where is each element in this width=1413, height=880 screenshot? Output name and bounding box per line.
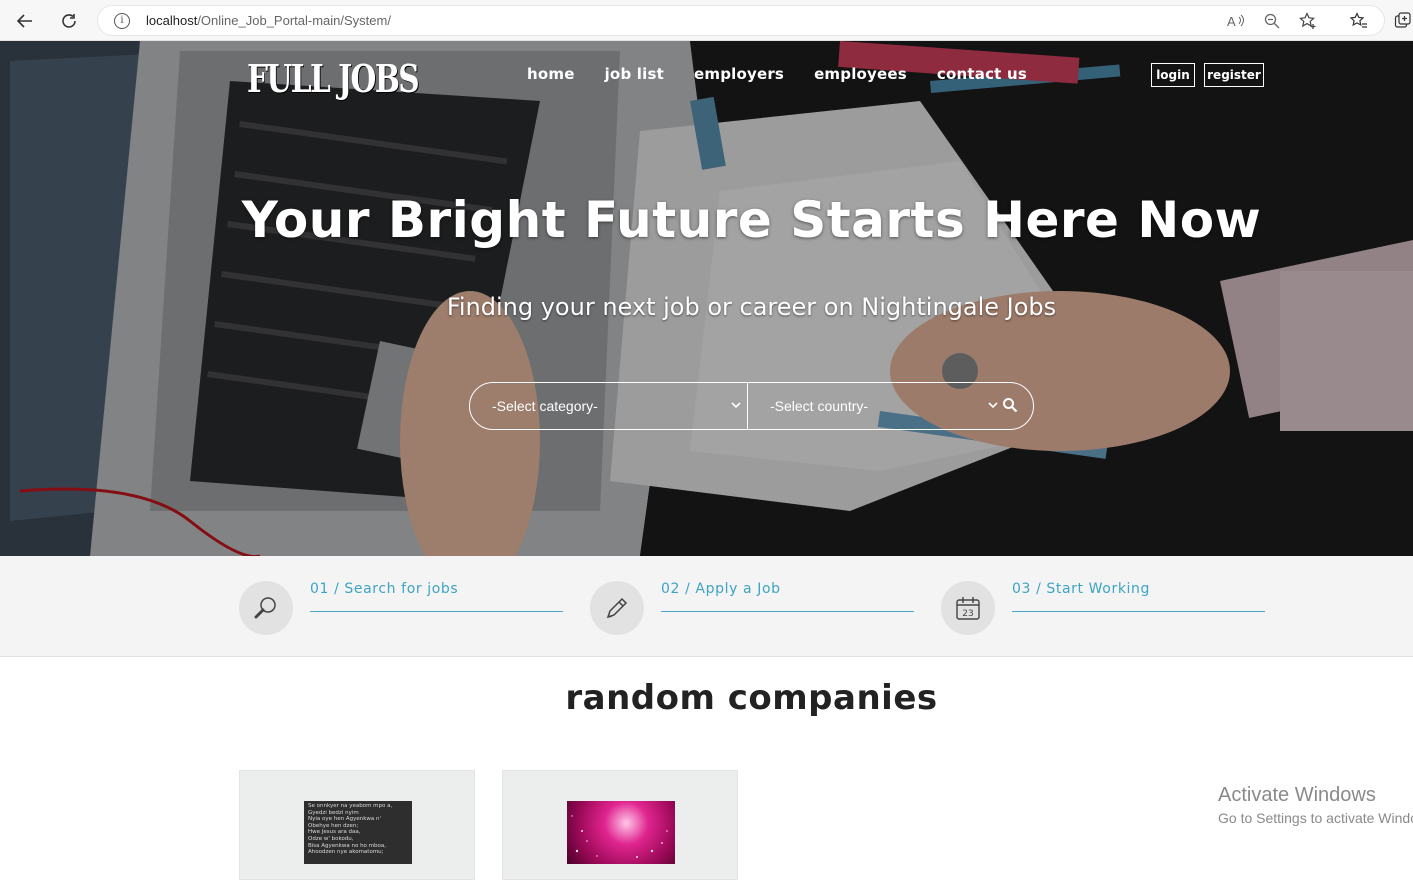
sparkle-decoration (571, 815, 668, 858)
search-icon (1003, 398, 1018, 413)
back-button[interactable] (11, 7, 39, 35)
country-select-value: -Select country- (770, 398, 869, 414)
site-info-icon[interactable]: i (114, 13, 130, 29)
step-label[interactable]: 03 / Start Working (1012, 581, 1265, 612)
category-select[interactable]: -Select category- (470, 383, 748, 429)
register-button[interactable]: register (1204, 63, 1264, 87)
back-arrow-icon (16, 14, 32, 28)
watermark-title: Activate Windows (1218, 784, 1376, 806)
add-favorite-icon[interactable] (1298, 11, 1318, 31)
reload-icon (62, 14, 76, 28)
job-search-form: -Select category- -Select country- (469, 382, 1034, 430)
watermark-subtitle: Go to Settings to activate Windows. (1218, 810, 1413, 826)
svg-text:A: A (1227, 14, 1236, 29)
favorites-icon[interactable] (1349, 11, 1369, 31)
chevron-down-icon (988, 402, 998, 409)
site-logo[interactable]: FULL JOBS (247, 60, 420, 98)
company-logo-text-line: Se onnkyer na yeabom mpo a, (308, 803, 393, 809)
company-card[interactable] (502, 770, 738, 880)
hero-title: Your Bright Future Starts Here Now (241, 191, 1262, 249)
step-label[interactable]: 01 / Search for jobs (310, 581, 563, 612)
nav-job-list[interactable]: job list (605, 65, 664, 83)
hero-subtitle: Finding your next job or career on Night… (446, 293, 1057, 321)
reload-button[interactable] (55, 7, 83, 35)
random-companies-title: random companies (565, 678, 938, 718)
search-submit-button[interactable] (1002, 397, 1020, 415)
login-button[interactable]: login (1151, 63, 1195, 87)
hero-banner: FULL JOBS home job list employers employ… (0, 41, 1413, 556)
read-aloud-icon[interactable]: A (1226, 11, 1246, 31)
company-logo-image (567, 801, 675, 864)
calendar-icon: 23 (956, 597, 980, 620)
company-logo-text-line: Gyedzi bedzi nyim (308, 809, 359, 816)
step-icon-circle (590, 581, 644, 635)
company-card[interactable]: Se onnkyer na yeabom mpo a, Gyedzi bedzi… (239, 770, 475, 880)
pencil-icon (606, 597, 628, 619)
category-select-value: -Select category- (492, 398, 598, 414)
company-logo-image: Se onnkyer na yeabom mpo a, Gyedzi bedzi… (304, 801, 412, 864)
zoom-out-icon[interactable] (1262, 11, 1282, 31)
magnifier-icon (254, 597, 276, 619)
company-logo-text-line: Hwe Jesus ara daa, (308, 829, 361, 836)
how-it-works-steps: 01 / Search for jobs 02 / Apply a Job 23… (0, 556, 1413, 657)
nav-home[interactable]: home (527, 65, 575, 83)
nav-employees[interactable]: employees (814, 65, 907, 83)
main-navigation: home job list employers employees contac… (527, 65, 1057, 83)
step-icon-circle: 23 (941, 581, 995, 635)
collections-icon[interactable] (1393, 11, 1413, 31)
company-logo-text-line: Ahoodzen nye akomatomu; (308, 849, 384, 856)
company-logo-text-line: Obehye hen dzen; (308, 822, 359, 829)
url-host: localhost (146, 13, 198, 28)
company-logo-text-line: Nyia oye hen Agyenkwa n' (308, 816, 382, 823)
nav-contact-us[interactable]: contact us (937, 65, 1027, 83)
browser-toolbar: i localhost/Online_Job_Portal-main/Syste… (0, 0, 1413, 41)
address-bar[interactable]: i localhost/Online_Job_Portal-main/Syste… (97, 5, 1385, 36)
calendar-day: 23 (962, 609, 973, 619)
company-logo-text-line: Bisa Agyenkwa no ho mboa, (308, 842, 386, 849)
url-path: /Online_Job_Portal-main/System/ (197, 13, 391, 28)
company-logo-text-line: Odze w' bokodu, (308, 835, 354, 842)
chevron-down-icon (731, 402, 741, 409)
windows-activation-watermark: Activate Windows Go to Settings to activ… (1218, 784, 1413, 826)
nav-employers[interactable]: employers (694, 65, 784, 83)
url-text: localhost/Online_Job_Portal-main/System/ (146, 13, 391, 28)
step-icon-circle (239, 581, 293, 635)
step-label[interactable]: 02 / Apply a Job (661, 581, 914, 612)
country-select[interactable]: -Select country- (748, 383, 1004, 429)
